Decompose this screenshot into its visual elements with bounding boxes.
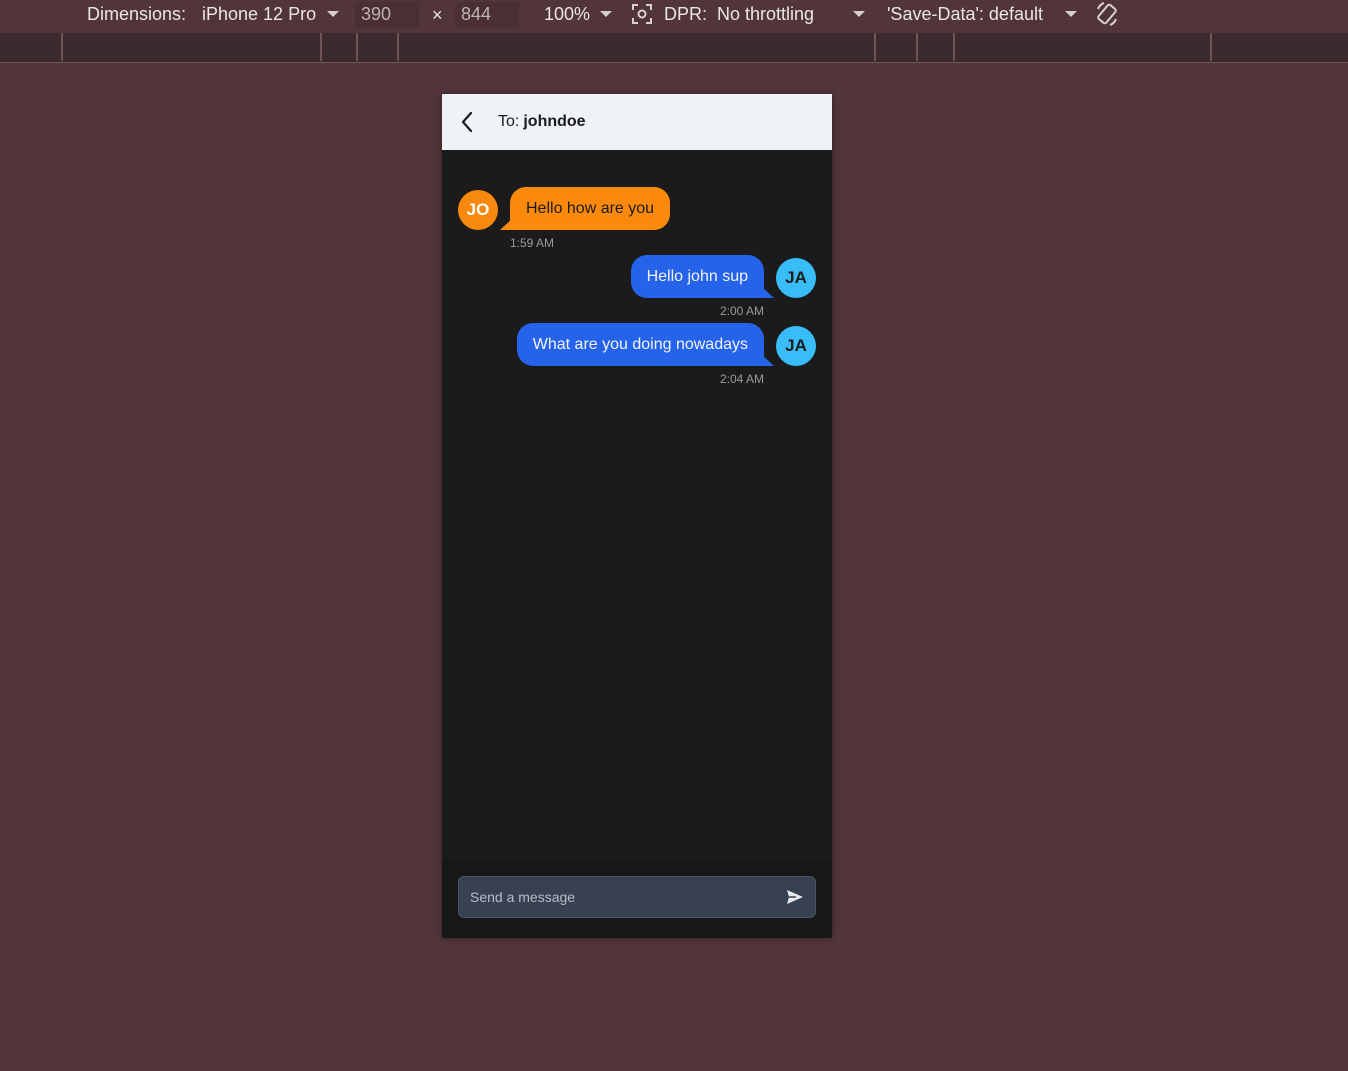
avatar: JO	[458, 190, 498, 230]
device-caret-icon[interactable]	[327, 11, 339, 17]
times-icon: ×	[432, 5, 443, 25]
dpr-label: DPR:	[664, 4, 708, 24]
height-input[interactable]: 844	[455, 2, 519, 28]
throttling-caret-icon[interactable]	[853, 11, 865, 17]
message-composer	[442, 860, 832, 938]
ruler-tick	[916, 33, 918, 61]
message-bubble: What are you doing nowadays	[516, 323, 764, 366]
ruler-tick	[356, 33, 358, 61]
zoom-caret-icon[interactable]	[600, 11, 612, 17]
message-item: JA Hello john sup 2:00 AM	[442, 255, 832, 323]
chat-header: To: johndoe	[442, 94, 832, 150]
media-query-ruler[interactable]	[0, 33, 1348, 63]
width-input[interactable]: 390	[355, 2, 419, 28]
message-time: 2:00 AM	[719, 304, 764, 318]
ruler-tick	[61, 33, 63, 61]
save-data-select[interactable]: 'Save-Data': default	[887, 4, 1043, 25]
message-bubble: Hello how are you	[510, 187, 671, 230]
device-toolbar: Dimensions: iPhone 12 Pro 390 × 844 100%…	[0, 0, 1348, 30]
save-data-caret-icon[interactable]	[1065, 11, 1077, 17]
zoom-select[interactable]: 100%	[544, 4, 590, 25]
message-time: 2:04 AM	[719, 372, 764, 386]
phone-viewport: To: johndoe JO Hello how are you 1:59 AM…	[442, 94, 832, 938]
to-label: To:	[498, 113, 520, 130]
throttling-select[interactable]: No throttling	[717, 4, 814, 25]
message-item: JO Hello how are you 1:59 AM	[442, 187, 832, 255]
message-list[interactable]: JO Hello how are you 1:59 AM JA Hello jo…	[442, 150, 832, 860]
ruler-tick	[874, 33, 876, 61]
ruler-tick	[397, 33, 399, 61]
message-time: 1:59 AM	[510, 236, 555, 250]
composer-box	[458, 876, 816, 918]
ruler-tick	[1210, 33, 1212, 61]
chevron-left-icon[interactable]	[460, 110, 480, 134]
capture-icon[interactable]	[631, 3, 653, 30]
rotate-icon[interactable]	[1095, 1, 1119, 32]
avatar: JA	[776, 258, 816, 298]
ruler-tick	[320, 33, 322, 61]
ruler-tick	[953, 33, 955, 61]
avatar: JA	[776, 326, 816, 366]
send-icon[interactable]	[786, 888, 804, 906]
dimensions-label: Dimensions:	[87, 4, 187, 24]
recipient-name: johndoe	[523, 113, 586, 130]
message-item: JA What are you doing nowadays 2:04 AM	[442, 323, 832, 391]
message-input[interactable]	[459, 877, 759, 917]
message-bubble: Hello john sup	[630, 255, 764, 298]
device-select[interactable]: iPhone 12 Pro	[202, 4, 316, 25]
